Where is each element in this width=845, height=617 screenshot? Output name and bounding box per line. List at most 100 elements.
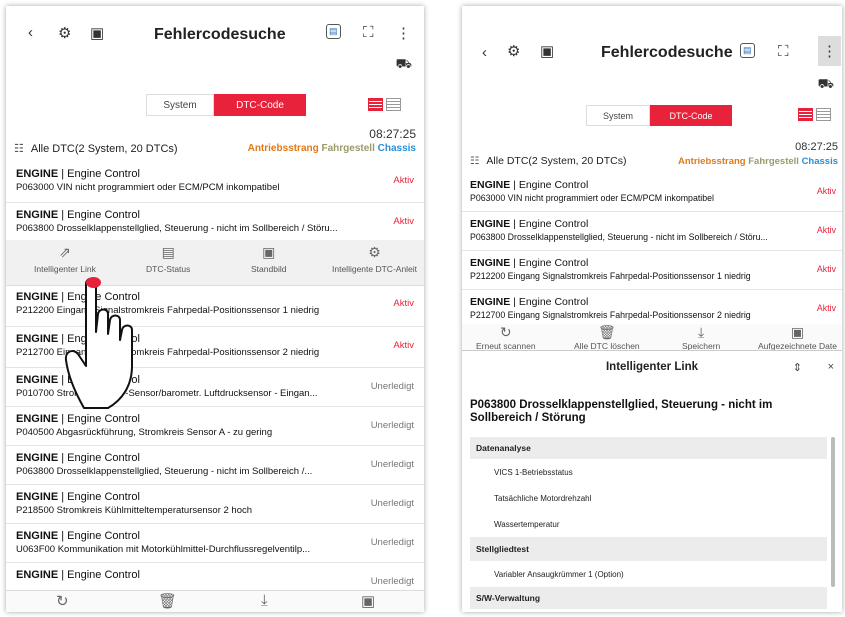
vehicle-info-icon[interactable]: ▣: [540, 42, 554, 60]
dtc-description: P212200 Eingang Signalstromkreis Fahrped…: [470, 271, 751, 281]
dtc-status: Unerledigt: [370, 381, 414, 392]
section-software-management: S/W-Verwaltung: [470, 587, 827, 609]
dtc-description: P063800 Drosselklappenstellglied, Steuer…: [16, 466, 313, 477]
vci-icon[interactable]: ⚙: [507, 42, 520, 60]
filter-list-icon: ☷: [14, 143, 24, 155]
more-icon[interactable]: ⋮: [818, 36, 841, 66]
dtc-description: U063F00 Kommunikation mit Motorkühlmitte…: [16, 544, 311, 555]
module-name: ENGINE | Engine Control: [470, 257, 589, 269]
left-screen: ‹ ⚙ ▣ Fehlercodesuche ▤ ⛶ ⋮ ⛟ System DTC…: [6, 6, 424, 612]
recorded-data-icon[interactable]: ▣: [361, 592, 375, 610]
panel-item[interactable]: VICS 1-Betriebsstatus: [470, 459, 827, 485]
back-icon[interactable]: ‹: [28, 24, 33, 41]
close-icon[interactable]: ×: [828, 361, 834, 373]
dtc-description: P063800 Drosselklappenstellglied, Steuer…: [16, 223, 338, 234]
clear-all-dtc-button[interactable]: 🗑 Alle DTC löschen: [574, 324, 640, 351]
pin-icon[interactable]: ⇕: [793, 361, 802, 374]
action-freeze-frame[interactable]: ▣ Standbild: [251, 240, 286, 274]
panel-item[interactable]: Variabler Ansaugkrümmer 1 (Option): [470, 561, 827, 587]
dtc-description: P212700 Eingang Signalstromkreis Fahrped…: [470, 310, 751, 320]
module-name: ENGINE | Engine Control: [470, 218, 589, 230]
save-icon: ⤓: [698, 324, 705, 340]
battery-icon[interactable]: ▤: [740, 43, 755, 58]
right-screen: ‹ ⚙ ▣ Fehlercodesuche ▤ ⛶ ⋮ ⛟ System DTC…: [462, 6, 842, 612]
summary-text: Alle DTC(2 System, 20 DTCs): [30, 142, 178, 155]
page-title: Fehlercodesuche: [154, 26, 286, 43]
dtc-status: Aktiv: [393, 216, 414, 227]
top-bar: ‹ ⚙ ▣ Fehlercodesuche ▤ ⛶ ⋮: [6, 6, 424, 64]
action-smart-link[interactable]: ⇗ Intelligenter Link: [34, 240, 96, 274]
filter-chassis[interactable]: Chassis: [378, 143, 416, 154]
view-toggle: [368, 98, 401, 111]
save-button[interactable]: ⤓ Speichern: [682, 324, 720, 351]
car-report-icon[interactable]: ⛟: [396, 56, 412, 74]
rescan-icon[interactable]: ↻: [56, 592, 69, 610]
action-dtc-status[interactable]: ▤ DTC-Status: [146, 240, 190, 274]
panel-scrollbar[interactable]: [831, 437, 835, 587]
grid-view-icon[interactable]: [386, 98, 401, 111]
summary-text: Alle DTC(2 System, 20 DTCs): [486, 155, 627, 167]
clear-dtc-icon: 🗑: [597, 324, 616, 340]
section-actuator-test: Stellgliedtest: [470, 537, 827, 561]
guide-icon: ⚙: [368, 244, 381, 260]
back-icon[interactable]: ‹: [482, 44, 487, 61]
battery-icon[interactable]: ▤: [326, 24, 341, 39]
dtc-summary: ☷ Alle DTC(2 System, 20 DTCs) Antriebsst…: [470, 155, 838, 167]
system-filters: Antriebsstrang Fahrgestell Chassis: [678, 156, 838, 167]
dtc-row[interactable]: ENGINE | Engine Control P063000 VIN nich…: [462, 174, 842, 212]
recorded-data-button[interactable]: ▣ Aufgezeichnete Date: [758, 324, 837, 351]
module-name: ENGINE | Engine Control: [16, 491, 140, 503]
bottom-toolbar: ↻ Erneut scannen 🗑 Alle DTC löschen ⤓ Speic…: [462, 324, 842, 351]
tab-system[interactable]: System: [146, 94, 214, 116]
rescan-button[interactable]: ↻ Erneut scannen: [476, 324, 536, 351]
vehicle-info-icon[interactable]: ▣: [90, 24, 104, 42]
panel-title: Intelligenter Link: [605, 361, 698, 373]
dtc-status: Unerledigt: [370, 498, 414, 509]
top-bar: ‹ ⚙ ▣ Fehlercodesuche ▤ ⛶ ⋮: [462, 6, 842, 66]
expand-icon[interactable]: ⛶: [363, 24, 374, 41]
list-view-icon[interactable]: [368, 98, 383, 111]
dtc-description: P063000 VIN nicht programmiert oder ECM/…: [470, 193, 714, 203]
tab-dtc-code[interactable]: DTC-Code: [214, 94, 306, 116]
dtc-description: P063800 Drosselklappenstellglied, Steuer…: [470, 232, 768, 242]
view-tabs: System DTC-Code: [146, 94, 306, 116]
dtc-row[interactable]: ENGINE | Engine Control P063000 VIN nich…: [6, 163, 424, 203]
list-view-icon[interactable]: [798, 108, 813, 121]
expand-icon[interactable]: ⛶: [778, 43, 789, 60]
more-icon[interactable]: ⋮: [396, 24, 411, 42]
clear-dtc-icon[interactable]: 🗑: [158, 592, 177, 610]
dtc-description: P218500 Stromkreis Kühlmitteltemperaturs…: [16, 505, 253, 516]
dtc-description: P063000 VIN nicht programmiert oder ECM/…: [16, 182, 280, 193]
vci-icon[interactable]: ⚙: [58, 24, 71, 42]
filter-powertrain[interactable]: Antriebsstrang: [678, 156, 746, 167]
car-report-icon[interactable]: ⛟: [818, 76, 834, 94]
dtc-row[interactable]: ENGINE | Engine Control P218500 Stromkre…: [6, 486, 424, 524]
time-label: 08:27:25: [795, 141, 838, 153]
section-data-analysis: Datenanalyse: [470, 437, 827, 459]
dtc-row[interactable]: ENGINE | Engine Control P063800 Drosselk…: [462, 213, 842, 251]
dtc-row[interactable]: ENGINE | Engine Control U063F00 Kommunik…: [6, 525, 424, 563]
panel-dtc-title: P063800 Drosselklappenstellglied, Steuer…: [470, 399, 773, 424]
panel-item[interactable]: Tatsächliche Motordrehzahl: [470, 485, 827, 511]
panel-item[interactable]: Wassertemperatur: [470, 511, 827, 537]
share-icon: ⇗: [59, 244, 71, 260]
action-smart-guide[interactable]: ⚙ Intelligente DTC-Anleit: [332, 240, 417, 274]
tab-system[interactable]: System: [586, 105, 650, 126]
smart-link-panel: Intelligenter Link ⇕ × P063800 Drosselkl…: [462, 350, 842, 612]
dtc-row[interactable]: ENGINE | Engine Control P063800 Drosselk…: [6, 204, 424, 240]
tab-dtc-code[interactable]: DTC-Code: [650, 105, 732, 126]
module-name: ENGINE | Engine Control: [16, 209, 140, 221]
filter-chassis[interactable]: Chassis: [802, 156, 838, 167]
filter-body[interactable]: Fahrgestell: [322, 143, 375, 154]
dtc-status: Aktiv: [816, 264, 836, 274]
bottom-toolbar: ↻ 🗑 ⤓ ▣: [6, 590, 424, 612]
filter-powertrain[interactable]: Antriebsstrang: [248, 143, 319, 154]
module-name: ENGINE | Engine Control: [470, 179, 589, 191]
module-name: ENGINE | Engine Control: [470, 296, 589, 308]
view-tabs: System DTC-Code: [586, 105, 732, 126]
filter-body[interactable]: Fahrgestell: [748, 156, 799, 167]
save-icon[interactable]: ⤓: [261, 592, 268, 609]
grid-view-icon[interactable]: [816, 108, 831, 121]
dtc-row[interactable]: ENGINE | Engine Control P063800 Drosselk…: [6, 447, 424, 485]
dtc-row[interactable]: ENGINE | Engine Control P212200 Eingang …: [462, 252, 842, 290]
